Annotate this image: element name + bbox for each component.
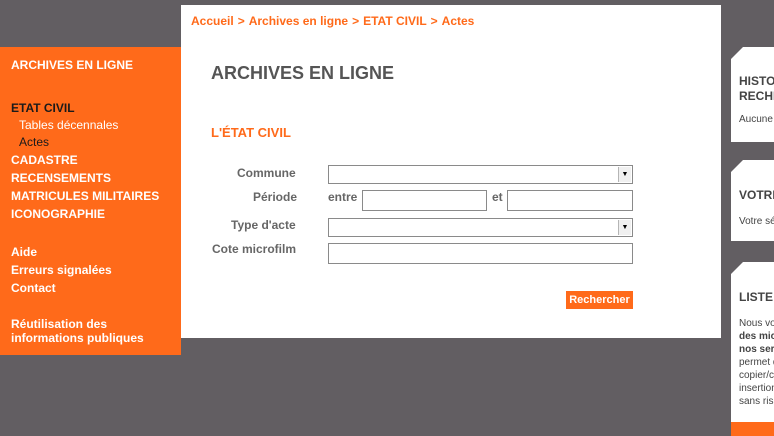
sidebar-title[interactable]: ARCHIVES EN LIGNE xyxy=(11,57,170,73)
periode-label: Période xyxy=(253,190,298,204)
sidebar-item-cadastre[interactable]: CADASTRE xyxy=(11,151,170,169)
sidebar-reuse-line1: Réutilisation des xyxy=(11,317,108,331)
sidebar-item-erreurs-signalees[interactable]: Erreurs signalées xyxy=(11,261,170,279)
periode-end-input[interactable] xyxy=(507,190,633,211)
periode-start-input[interactable] xyxy=(362,190,487,211)
sidebar-group-collections: ETAT CIVIL Tables décennales Actes CADAS… xyxy=(11,99,170,223)
commune-label: Commune xyxy=(237,166,296,180)
panel-selection-text: Votre sé xyxy=(739,216,774,227)
panel-selection-title: VOTRE xyxy=(739,188,774,202)
panel-liste-line: sans ris xyxy=(739,396,774,407)
sidebar-item-aide[interactable]: Aide xyxy=(11,243,170,261)
breadcrumb-archives-en-ligne[interactable]: Archives en ligne xyxy=(249,14,348,28)
sidebar-item-matricules-militaires[interactable]: MATRICULES MILITAIRES xyxy=(11,187,170,205)
sidebar-subitem-actes[interactable]: Actes xyxy=(11,134,170,151)
panel-notch xyxy=(731,47,743,59)
panel-liste-line: Nous vo xyxy=(739,318,774,329)
sidebar-item-contact[interactable]: Contact xyxy=(11,279,170,297)
sidebar-subitem-tables-decennales[interactable]: Tables décennales xyxy=(11,117,170,134)
commune-select[interactable]: ▼ xyxy=(328,165,633,184)
breadcrumb-separator: > xyxy=(430,14,438,28)
chevron-down-icon: ▼ xyxy=(618,167,631,182)
sidebar-item-reutilisation[interactable]: Réutilisation des informations publiques xyxy=(11,317,170,345)
panel-historique-title-2: RECHE xyxy=(739,89,774,103)
panel-liste-action-bar[interactable] xyxy=(731,422,774,436)
entre-label: entre xyxy=(328,190,358,204)
main-content: Accueil > Archives en ligne > ETAT CIVIL > Act… xyxy=(181,5,721,338)
sidebar-item-iconographie[interactable]: ICONOGRAPHIE xyxy=(11,205,170,223)
breadcrumb-separator: > xyxy=(237,14,245,28)
right-panel-liste: LISTE Nous vo des mic nos ser permet d c… xyxy=(731,262,774,436)
panel-liste-line: permet d xyxy=(739,357,774,368)
breadcrumb: Accueil > Archives en ligne > ETAT CIVIL > Act… xyxy=(191,14,474,28)
right-panel-selection: VOTRE Votre sé xyxy=(731,160,774,241)
sidebar-item-etat-civil[interactable]: ETAT CIVIL xyxy=(11,99,170,117)
panel-historique-text: Aucune xyxy=(739,114,773,125)
breadcrumb-accueil[interactable]: Accueil xyxy=(191,14,234,28)
et-label: et xyxy=(492,190,503,204)
rechercher-button[interactable]: Rechercher xyxy=(566,291,633,309)
panel-liste-line: copier/c xyxy=(739,370,774,381)
type-acte-label: Type d'acte xyxy=(231,218,296,232)
panel-liste-line: des mic xyxy=(739,331,774,342)
chevron-down-icon: ▼ xyxy=(618,220,631,235)
sidebar-group-help: Aide Erreurs signalées Contact xyxy=(11,243,170,297)
breadcrumb-etat-civil[interactable]: ETAT CIVIL xyxy=(363,14,427,28)
page-title: ARCHIVES EN LIGNE xyxy=(211,63,395,83)
sidebar: ARCHIVES EN LIGNE ETAT CIVIL Tables déce… xyxy=(0,47,181,355)
panel-notch xyxy=(731,160,743,172)
panel-liste-line: insertion xyxy=(739,383,774,394)
type-acte-select[interactable]: ▼ xyxy=(328,218,633,237)
panel-historique-title-1: HISTO xyxy=(739,74,774,88)
section-title: L'ÉTAT CIVIL xyxy=(211,125,291,140)
panel-liste-line: nos ser xyxy=(739,344,774,355)
breadcrumb-separator: > xyxy=(352,14,360,28)
sidebar-item-recensements[interactable]: RECENSEMENTS xyxy=(11,169,170,187)
breadcrumb-actes[interactable]: Actes xyxy=(442,14,475,28)
panel-liste-title: LISTE xyxy=(739,290,774,304)
panel-notch xyxy=(731,262,743,274)
right-panel-historique: HISTO RECHE Aucune xyxy=(731,47,774,142)
cote-microfilm-input[interactable] xyxy=(328,243,633,264)
sidebar-reuse-line2: informations publiques xyxy=(11,331,144,345)
cote-microfilm-label: Cote microfilm xyxy=(212,242,297,256)
